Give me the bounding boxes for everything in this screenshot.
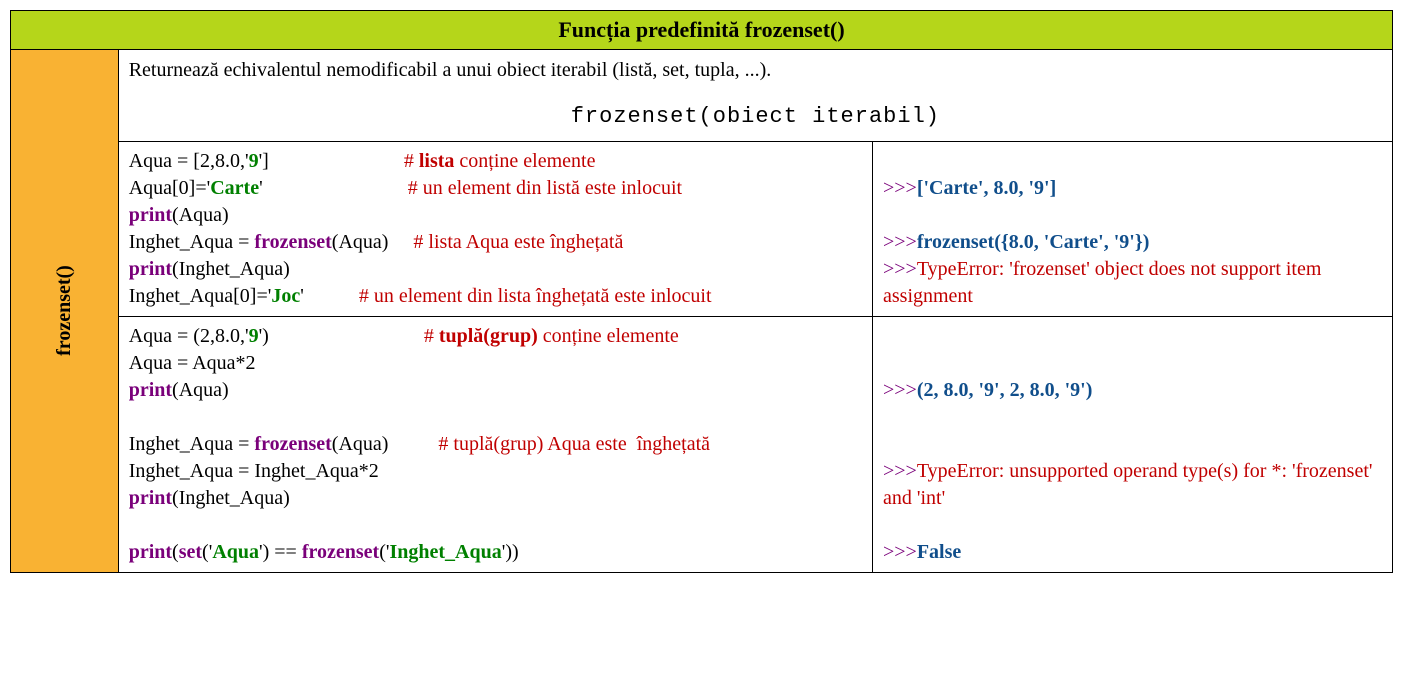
- code-text: ']: [259, 150, 269, 172]
- code-text: Inghet_Aqua =: [129, 231, 255, 253]
- example1-code: Aqua = [2,8.0,'9'] # lista conține eleme…: [118, 141, 872, 316]
- code-keyword: print: [129, 379, 172, 401]
- code-text: Aqua[0]=': [129, 177, 211, 199]
- code-keyword: print: [129, 487, 172, 509]
- output-prompt: >>>: [883, 258, 917, 280]
- code-string: 9: [249, 325, 259, 347]
- code-text: (Aqua): [332, 433, 389, 455]
- output-error: TypeError: unsupported operand type(s) f…: [883, 460, 1373, 509]
- code-string: Inghet_Aqua: [389, 541, 501, 563]
- code-string: Aqua: [212, 541, 259, 563]
- output-prompt: >>>: [883, 541, 917, 563]
- code-text: (Aqua): [332, 231, 389, 253]
- code-text: (Aqua): [172, 204, 229, 226]
- code-text: (Inghet_Aqua): [172, 258, 290, 280]
- code-text: Aqua = [2,8.0,': [129, 150, 249, 172]
- code-text: (': [379, 541, 389, 563]
- code-keyword: frozenset: [254, 433, 331, 455]
- output-prompt: >>>: [883, 177, 917, 199]
- code-text: Aqua = Aqua*2: [129, 352, 256, 374]
- example2-code: Aqua = (2,8.0,'9') # tuplă(grup) conține…: [118, 316, 872, 572]
- frozenset-table: Funcția predefinită frozenset() frozense…: [10, 10, 1393, 573]
- output-value: (2, 8.0, '9', 2, 8.0, '9'): [917, 379, 1093, 401]
- description-cell: Returnează echivalentul nemodificabil a …: [118, 50, 1392, 142]
- code-text: ') ==: [259, 541, 302, 563]
- example1-output: >>>['Carte', 8.0, '9']>>>frozenset({8.0,…: [873, 141, 1393, 316]
- description-text: Returnează echivalentul nemodificabil a …: [129, 56, 1382, 84]
- code-text: ': [300, 285, 304, 307]
- code-keyword: frozenset: [254, 231, 331, 253]
- code-text: ': [259, 177, 263, 199]
- code-text: (Aqua): [172, 379, 229, 401]
- syntax-text: frozenset(obiect iterabil): [129, 84, 1382, 133]
- output-value: ['Carte', 8.0, '9']: [917, 177, 1056, 199]
- output-prompt: >>>: [883, 460, 917, 482]
- code-comment: lista: [419, 150, 455, 172]
- code-string: 9: [249, 150, 259, 172]
- code-text: ')): [502, 541, 519, 563]
- output-value: frozenset({8.0, 'Carte', '9'}): [917, 231, 1150, 253]
- side-label: frozenset(): [53, 266, 76, 357]
- code-comment: # tuplă(grup) Aqua este înghețată: [438, 433, 710, 455]
- code-keyword: set: [179, 541, 202, 563]
- code-text: Aqua = (2,8.0,': [129, 325, 249, 347]
- code-comment: # un element din lista înghețată este in…: [359, 285, 712, 307]
- code-text: (': [202, 541, 212, 563]
- output-prompt: >>>: [883, 379, 917, 401]
- code-text: '): [259, 325, 269, 347]
- code-string: Carte: [210, 177, 259, 199]
- code-string: Joc: [271, 285, 300, 307]
- code-text: Inghet_Aqua = Inghet_Aqua*2: [129, 460, 379, 482]
- code-text: (: [172, 541, 179, 563]
- code-keyword: frozenset: [302, 541, 379, 563]
- code-text: Inghet_Aqua =: [129, 433, 255, 455]
- code-comment: # lista Aqua este înghețată: [413, 231, 623, 253]
- code-comment: conține elemente: [538, 325, 679, 347]
- side-label-cell: frozenset(): [11, 50, 119, 573]
- code-comment: #: [424, 325, 439, 347]
- example2-output: >>>(2, 8.0, '9', 2, 8.0, '9')>>>TypeErro…: [873, 316, 1393, 572]
- output-prompt: >>>: [883, 231, 917, 253]
- code-text: Inghet_Aqua[0]=': [129, 285, 272, 307]
- code-comment: tuplă(grup): [439, 325, 538, 347]
- code-comment: #: [404, 150, 419, 172]
- code-text: (Inghet_Aqua): [172, 487, 290, 509]
- output-error: TypeError: 'frozenset' object does not s…: [883, 258, 1321, 307]
- code-keyword: print: [129, 258, 172, 280]
- code-keyword: print: [129, 204, 172, 226]
- code-keyword: print: [129, 541, 172, 563]
- table-title: Funcția predefinită frozenset(): [11, 11, 1393, 50]
- output-value: False: [917, 541, 961, 563]
- code-comment: conține elemente: [454, 150, 595, 172]
- code-comment: # un element din listă este inlocuit: [408, 177, 682, 199]
